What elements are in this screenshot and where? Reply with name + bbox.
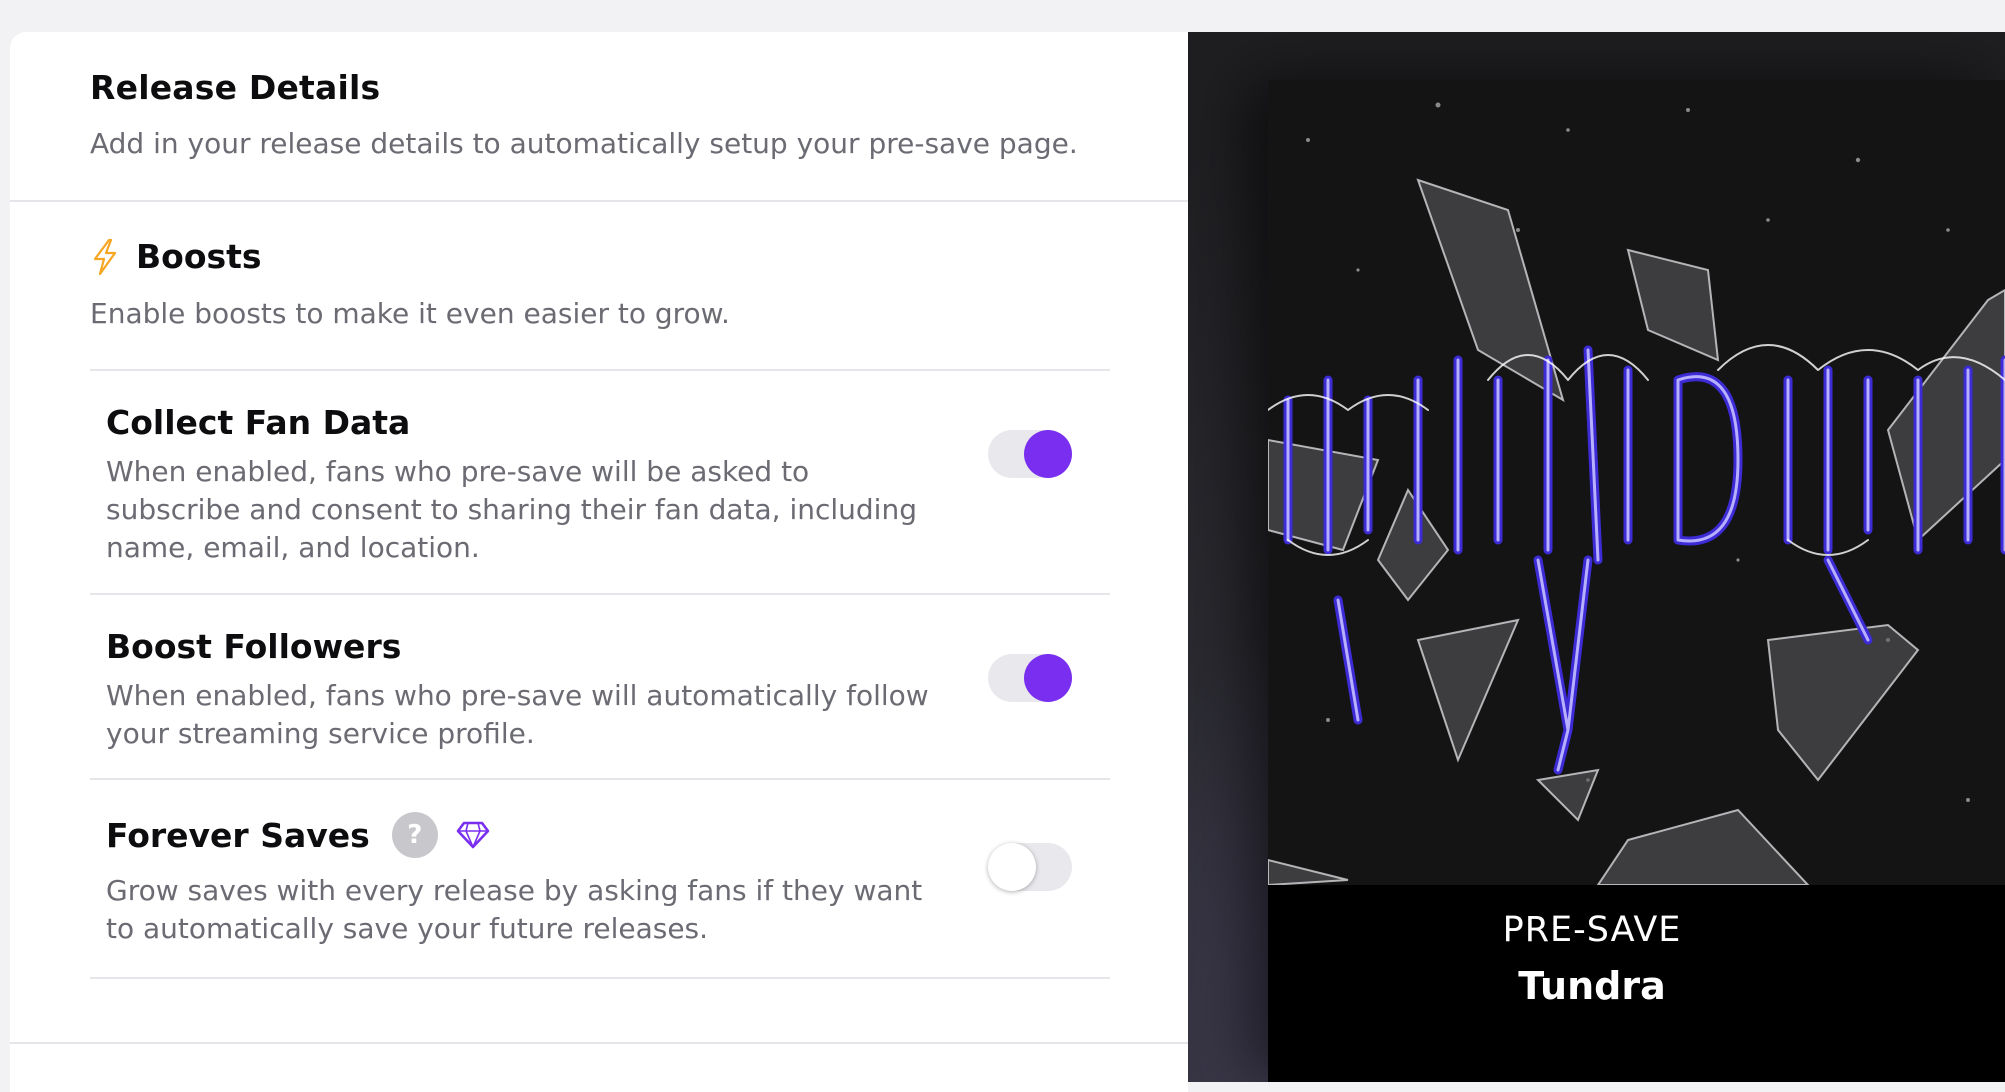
- release-title: Tundra: [1518, 964, 1666, 1008]
- option-title: Boost Followers: [106, 627, 402, 666]
- boost-option-forever-saves: Forever Saves ? Grow saves with every re…: [90, 778, 1110, 979]
- diamond-icon: [456, 821, 490, 849]
- presave-label: PRE-SAVE: [1502, 910, 1682, 950]
- option-title: Forever Saves: [106, 815, 370, 855]
- section-divider: [10, 1042, 1188, 1044]
- boost-option-collect-fan-data: Collect Fan Data When enabled, fans who …: [90, 369, 1110, 594]
- toggle-knob: [988, 843, 1036, 891]
- release-settings-panel: Release Details Add in your release deta…: [10, 32, 1188, 1092]
- release-details-title: Release Details: [90, 68, 381, 107]
- option-title: Collect Fan Data: [106, 403, 411, 442]
- forever-saves-toggle[interactable]: [988, 843, 1072, 891]
- toggle-knob: [1024, 430, 1072, 478]
- presave-preview-panel: PRE-SAVE Tundra: [1188, 32, 2005, 1082]
- release-details-subtitle: Add in your release details to automatic…: [90, 127, 1078, 160]
- release-details-section[interactable]: Release Details Add in your release deta…: [10, 32, 1188, 202]
- lightning-bolt-icon: [93, 238, 117, 275]
- option-description: When enabled, fans who pre-save will aut…: [106, 679, 929, 750]
- boost-followers-toggle[interactable]: [988, 654, 1072, 702]
- collect-fan-data-toggle[interactable]: [988, 430, 1072, 478]
- help-icon[interactable]: ?: [391, 812, 438, 858]
- toggle-knob: [1024, 654, 1072, 702]
- album-artwork: [1268, 80, 2005, 885]
- boosts-header: Boosts: [90, 237, 262, 276]
- boosts-title: Boosts: [136, 237, 262, 276]
- boost-option-boost-followers: Boost Followers When enabled, fans who p…: [90, 593, 1110, 779]
- boosts-subtitle: Enable boosts to make it even easier to …: [90, 297, 730, 330]
- option-description: Grow saves with every release by asking …: [106, 874, 923, 945]
- option-description: When enabled, fans who pre-save will be …: [106, 455, 917, 564]
